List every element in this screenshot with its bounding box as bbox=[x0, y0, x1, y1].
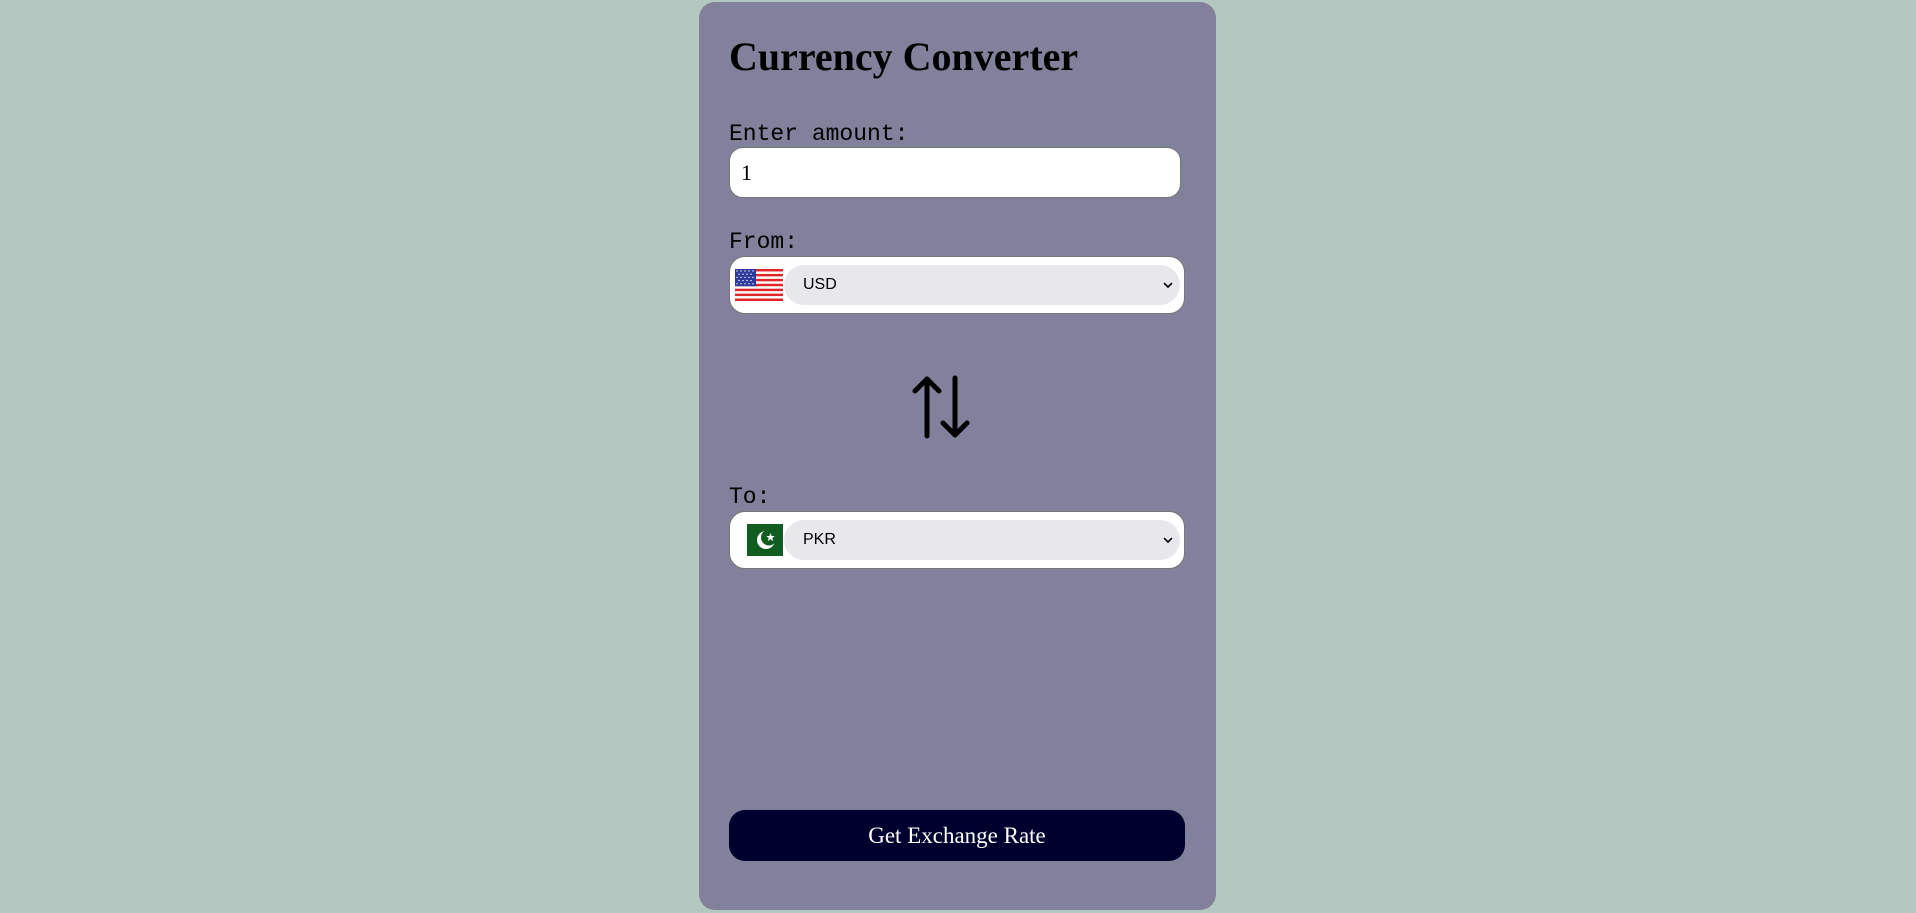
to-currency-field: PKR bbox=[729, 511, 1185, 569]
to-label: To: bbox=[729, 484, 771, 510]
to-currency-value: PKR bbox=[803, 531, 836, 548]
from-label: From: bbox=[729, 229, 799, 255]
us-flag-icon bbox=[735, 269, 783, 301]
chevron-down-icon bbox=[1163, 282, 1173, 288]
amount-label: Enter amount: bbox=[729, 121, 909, 147]
swap-arrows-icon[interactable] bbox=[911, 374, 971, 440]
from-currency-select[interactable]: USD bbox=[784, 265, 1180, 305]
chevron-down-icon bbox=[1163, 537, 1173, 543]
converter-card: Currency Converter Enter amount: From: bbox=[699, 2, 1216, 910]
from-currency-value: USD bbox=[803, 276, 837, 293]
page-title: Currency Converter bbox=[729, 34, 1079, 79]
get-exchange-rate-button[interactable]: Get Exchange Rate bbox=[729, 810, 1185, 861]
from-currency-field: USD bbox=[729, 256, 1185, 314]
pk-flag-icon bbox=[735, 524, 783, 556]
to-currency-select[interactable]: PKR bbox=[784, 520, 1180, 560]
amount-input[interactable] bbox=[729, 147, 1181, 198]
